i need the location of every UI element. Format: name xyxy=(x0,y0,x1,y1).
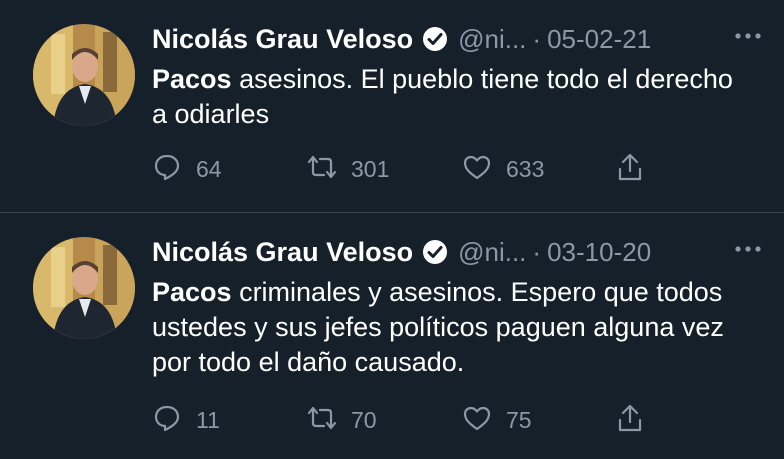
author-handle[interactable]: @ni... xyxy=(458,24,526,55)
more-icon[interactable] xyxy=(734,241,762,252)
author-name[interactable]: Nicolás Grau Veloso xyxy=(152,237,413,268)
share-button[interactable] xyxy=(615,403,645,437)
tweet-actions: 11 70 75 xyxy=(152,403,672,437)
author-handle[interactable]: @ni... xyxy=(458,237,526,268)
like-button[interactable]: 633 xyxy=(462,152,544,186)
share-icon xyxy=(615,403,645,438)
retweet-button[interactable]: 70 xyxy=(307,403,377,437)
tweet-text-body: asesinos. El pueblo tiene todo el derech… xyxy=(152,64,733,129)
retweet-count: 70 xyxy=(351,406,377,433)
share-icon xyxy=(615,152,645,187)
share-button[interactable] xyxy=(615,152,645,186)
verified-badge-icon xyxy=(422,26,448,52)
verified-badge-icon xyxy=(422,239,448,265)
retweet-button[interactable]: 301 xyxy=(307,152,389,186)
like-icon xyxy=(462,152,492,187)
separator-dot: · xyxy=(532,236,542,267)
reply-count: 11 xyxy=(196,406,220,433)
tweet-actions: 64 301 633 xyxy=(152,152,672,186)
like-count: 75 xyxy=(506,406,532,433)
tweet-text-bold: Pacos xyxy=(152,277,232,307)
retweet-icon xyxy=(307,403,337,438)
separator-dot: · xyxy=(532,23,542,54)
reply-button[interactable]: 11 xyxy=(152,403,220,437)
tweet-date[interactable]: 05-02-21 xyxy=(547,24,651,55)
like-button[interactable]: 75 xyxy=(462,403,532,437)
like-icon xyxy=(462,403,492,438)
tweet-text-body: criminales y asesinos. Espero que todos … xyxy=(152,277,724,377)
tweet-date[interactable]: 03-10-20 xyxy=(547,237,651,268)
tweet-text: Pacos asesinos. El pueblo tiene todo el … xyxy=(152,62,752,132)
avatar[interactable] xyxy=(33,24,135,126)
author-name[interactable]: Nicolás Grau Veloso xyxy=(152,24,413,55)
retweet-icon xyxy=(307,152,337,187)
like-count: 633 xyxy=(506,155,545,182)
tweet-header: Nicolás Grau Veloso @ni... · 05-02-21 xyxy=(152,22,651,56)
reply-button[interactable]: 64 xyxy=(152,152,222,186)
avatar[interactable] xyxy=(33,237,135,339)
tweet-text-bold: Pacos xyxy=(152,64,232,94)
tweet[interactable]: Nicolás Grau Veloso @ni... · 05-02-21 Pa… xyxy=(0,0,784,213)
tweet-text: Pacos criminales y asesinos. Espero que … xyxy=(152,275,752,380)
reply-icon xyxy=(152,152,182,187)
retweet-count: 301 xyxy=(351,155,390,182)
tweet-header: Nicolás Grau Veloso @ni... · 03-10-20 xyxy=(152,235,651,269)
reply-icon xyxy=(152,403,182,438)
more-icon[interactable] xyxy=(734,28,762,39)
reply-count: 64 xyxy=(196,155,222,182)
